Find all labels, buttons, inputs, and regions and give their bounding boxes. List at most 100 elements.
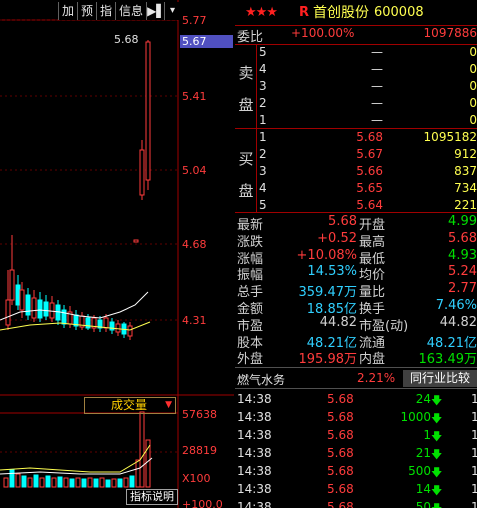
tick-volume: 500 (408, 464, 431, 478)
order-ratio-label: 委比 (237, 30, 264, 45)
candle-body (15, 284, 21, 306)
volume-scale-label: 57638 (182, 408, 217, 421)
tick-volume: 14 (415, 482, 431, 496)
tick-count: 1 (471, 482, 477, 496)
tick-row: 14:38 5.68 1000 🡇 1 (235, 410, 477, 428)
tick-time: 14:38 (237, 428, 272, 442)
tick-time: 14:38 (237, 500, 272, 508)
tick-count: 1 (471, 410, 477, 424)
tick-count: 1 (471, 428, 477, 442)
tick-time: 14:38 (237, 464, 272, 478)
volume-bar (93, 478, 99, 488)
stat-value: +10.08% (296, 247, 357, 263)
current-price-marker: 5.67 (180, 35, 233, 48)
stat-value: 7.46% (435, 298, 477, 313)
sell-price: — (371, 45, 383, 59)
r-badge: R (298, 4, 309, 20)
sell-label-bottom: 盘 (238, 96, 254, 114)
down-arrow-icon: 🡇 (431, 500, 442, 508)
toolbar-info-button[interactable]: 信息 (115, 2, 147, 20)
tick-volume: 24 (415, 392, 431, 406)
sell-volume: 0 (469, 62, 477, 76)
volume-indicator-select[interactable]: 成交量 ▼ (84, 397, 176, 414)
toolbar-add-button[interactable]: 加 (58, 2, 78, 20)
kline-chart[interactable] (0, 0, 234, 508)
stat-row: 涨跌 +0.52 最高 5.68 (235, 230, 477, 250)
volume-bar (3, 477, 9, 488)
sell-volume: 0 (469, 113, 477, 127)
down-arrow-icon: 🡇 (431, 466, 443, 479)
tick-count: 1 (471, 464, 477, 478)
buy-label-bottom: 盘 (238, 182, 254, 200)
buy-volume: 221 (454, 198, 477, 212)
stat-value: 4.99 (448, 214, 477, 229)
stat-row: 股本 48.21亿 流通 48.21亿 (235, 332, 477, 351)
tick-price: 5.68 (327, 500, 354, 508)
down-arrow-icon: 🡇 (431, 430, 443, 443)
order-ratio-row: 委比 +100.00% 1097886 (235, 26, 477, 45)
tick-row: 14:38 5.68 50🡇 1 (235, 500, 477, 508)
stat-row: 外盘 195.98万 内盘 163.49万 (235, 348, 477, 368)
buy-level: 1 (259, 130, 267, 144)
stat-row: 总手 359.47万 量比 2.77 (235, 281, 477, 300)
sell-volume: 0 (469, 96, 477, 110)
stat-row: 最新 5.68 开盘 4.99 (235, 214, 477, 233)
volume-scale-label: 28819 (182, 444, 217, 457)
industry-name: 燃气水务 (237, 373, 286, 387)
tick-row: 14:38 5.68 14 🡇 1 (235, 482, 477, 500)
buy-label-top: 买 (238, 150, 254, 168)
indicator-help-button[interactable]: 指标说明 (126, 489, 178, 505)
price-scale-label: 5.04 (182, 164, 207, 177)
candle-body (5, 299, 11, 326)
sell-price: — (371, 113, 383, 127)
volume-bar (117, 478, 123, 488)
buy-volume: 734 (454, 181, 477, 195)
candle-body (37, 299, 43, 319)
buy-price: 5.67 (356, 147, 383, 161)
candle-body (25, 294, 31, 316)
kline-chart-area[interactable]: 加 预 指 信息 ▶▌ ▾ 5.77 5.67 5.41 5.04 4.68 4… (0, 0, 234, 508)
candle-body (85, 317, 91, 329)
price-scale-label: 4.31 (182, 314, 207, 327)
stat-value: 195.98万 (298, 352, 358, 368)
toolbar-forecast-button[interactable]: 预 (77, 2, 97, 20)
tick-count: 1 (471, 446, 477, 460)
tick-row: 14:38 5.68 1 🡇 1 (235, 428, 477, 446)
down-arrow-icon: 🡇 (431, 448, 443, 461)
buy-level: 5 (259, 198, 267, 212)
sell-row: 2 — 0 (259, 96, 477, 113)
volume-bar (69, 478, 75, 488)
stat-value: 14.53% (307, 264, 357, 280)
stat-value: 44.82 (439, 314, 477, 330)
volume-bar (45, 475, 51, 488)
volume-bar (39, 477, 45, 488)
peak-price-label: 5.68 (114, 33, 139, 46)
volume-bar (123, 477, 129, 488)
volume-bar (81, 478, 87, 488)
stock-header: ★★★ R 首创股份 600008 (235, 0, 477, 24)
stat-value: +0.52 (317, 230, 357, 246)
buy-price: 5.64 (356, 198, 383, 212)
toolbar-indicator-button[interactable]: 指 (96, 2, 116, 20)
candle-body (31, 297, 37, 319)
volume-bar (145, 439, 151, 488)
play-toggle-icon[interactable]: ▶▌ (146, 2, 166, 20)
candle-body (9, 269, 15, 301)
buy-level: 4 (259, 181, 267, 195)
tick-count: 1 (471, 500, 477, 508)
volume-bar (51, 477, 57, 488)
industry-compare-button[interactable]: 同行业比较 (403, 370, 477, 387)
tick-volume: 21 (415, 446, 431, 460)
order-ratio-diff: 1097886 (423, 26, 477, 40)
buy-row: 4 5.65 734 (259, 181, 477, 198)
tick-volume: 1 (423, 428, 431, 442)
volume-bar (99, 477, 105, 488)
buy-level: 3 (259, 164, 267, 178)
tick-row: 14:38 5.68 500 🡇 1 (235, 464, 477, 482)
volume-bar (57, 476, 63, 488)
stat-value: 44.82 (319, 314, 357, 330)
chevron-down-icon[interactable]: ▾ (164, 2, 181, 20)
volume-bar (15, 473, 21, 488)
price-scale-label: 5.77 (182, 14, 207, 27)
stock-name: 首创股份 (312, 5, 369, 21)
